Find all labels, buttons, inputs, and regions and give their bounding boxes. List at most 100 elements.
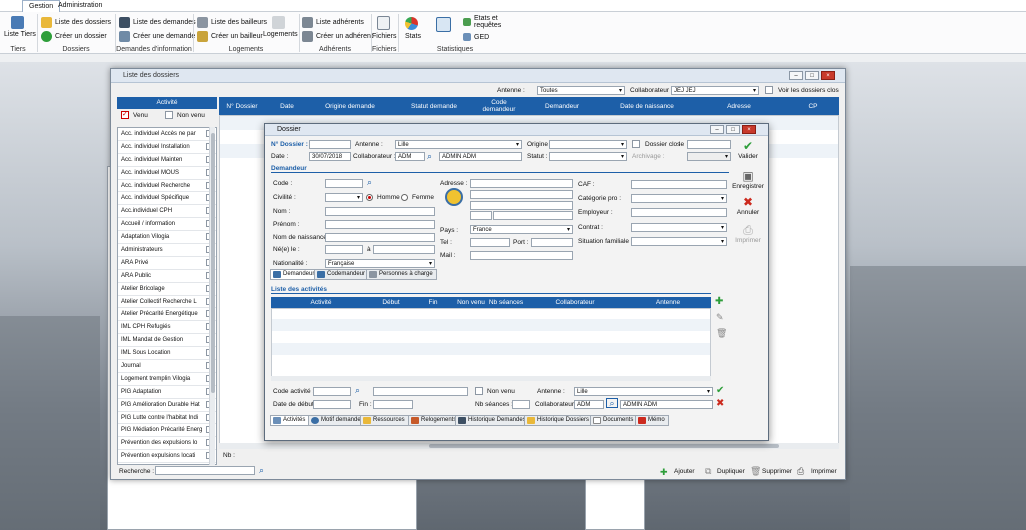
column-header[interactable]: Date de naissance [603,97,691,115]
tab-codemandeur[interactable]: Codemandeur [314,269,370,280]
nb-seances-input[interactable] [512,400,530,409]
activity-filter-item[interactable]: ARA Public [118,270,216,283]
creer-adherent-button[interactable]: Créer un adhérent [302,31,373,42]
fin-input[interactable] [373,400,413,409]
clos-date-input[interactable] [687,140,731,149]
ville-input[interactable] [493,211,573,220]
antenne-activite-select[interactable]: Lille [574,387,713,396]
activity-filter-item[interactable]: Prévention des expulsions lo [118,437,216,451]
search-icon[interactable]: ⌕ [355,385,360,396]
dossier-maximize-button[interactable]: □ [726,125,740,134]
code-input[interactable] [325,179,363,188]
activity-column-header[interactable]: Fin [411,297,455,308]
valider-button[interactable]: ✔ Valider [731,140,765,160]
minimize-button[interactable]: – [789,71,803,80]
situation-familiale-select[interactable] [631,237,727,246]
adresse-line2-input[interactable] [470,190,573,199]
add-activity-icon[interactable]: ✚ [715,296,723,307]
closed-dossiers-checkbox[interactable] [765,86,773,94]
tab-activites[interactable]: Activités [270,415,310,426]
prenom-input[interactable] [325,220,435,229]
activities-grid-body[interactable] [271,308,711,380]
activity-filter-item[interactable]: Prévention expulsions locati [118,450,216,464]
search-icon[interactable]: ⌕ [367,177,372,188]
activity-filter-item[interactable]: IML CPH Refugiés [118,321,216,335]
nationalite-select[interactable]: Française [325,259,435,268]
activity-filter-item[interactable]: Acc. individuel Recherche [118,180,216,193]
activity-column-header[interactable]: Collaborateur [525,297,625,308]
activity-filter-item[interactable]: IML Sous Location [118,347,216,361]
activity-column-header[interactable]: Début [371,297,411,308]
nom-naissance-input[interactable] [325,233,435,242]
activity-filter-item[interactable]: Adaptation Vilogia [118,231,216,245]
confirm-activity-icon[interactable]: ✔ [716,385,724,396]
port-input[interactable] [531,238,573,247]
grid-horizontal-scrollbar[interactable] [219,443,839,449]
collaborateur-name-input[interactable]: ADMIN ADM [439,152,522,161]
dossier-close-button[interactable]: × [742,125,756,134]
delete-activity-icon[interactable]: 🗑 [716,328,727,339]
collaborateur-code-input[interactable]: ADM [395,152,425,161]
activity-filter-item[interactable]: Journal [118,360,216,373]
imprimer-button[interactable]: Imprimer [811,468,837,475]
search-icon[interactable]: ⌕ [259,465,264,476]
creer-demande-button[interactable]: Créer une demande [119,31,195,42]
activity-filter-item[interactable]: Accueil / information [118,218,216,232]
tab-demandeur[interactable]: Demandeur [270,269,319,280]
etats-requetes-button[interactable]: Etats et requêtes [474,15,502,29]
fichiers-button[interactable]: Fichiers [372,33,397,40]
liste-bailleurs-button[interactable]: Liste des bailleurs [197,17,267,28]
liste-adherents-button[interactable]: Liste adhérents [302,17,364,28]
liste-demandes-button[interactable]: Liste des demandes [119,17,196,28]
activity-filter-item[interactable]: Administrateurs [118,244,216,257]
tab-documents[interactable]: Documents [590,415,638,426]
contrat-select[interactable] [631,223,727,232]
geolocate-icon[interactable] [445,188,463,206]
date-debut-input[interactable] [313,400,351,409]
mail-input[interactable] [470,251,573,260]
activity-filter-item[interactable]: Atelier Bricolage [118,283,216,296]
column-header[interactable]: CP [787,97,839,115]
date-input[interactable]: 30/07/2018 [309,152,351,161]
statut-select[interactable] [549,152,627,161]
tab-motif-demande[interactable]: Motif demande [308,415,365,426]
nom-input[interactable] [325,207,435,216]
cancel-activity-icon[interactable]: ✖ [716,398,724,409]
edit-activity-icon[interactable]: ✎ [716,312,724,323]
non-venu-checkbox[interactable] [475,387,483,395]
activity-filter-item[interactable]: Acc.individuel CPH [118,205,216,219]
activity-filter-item[interactable]: PIG Amélioration Durable Hat [118,399,216,412]
ged-button[interactable]: GED [463,33,489,41]
window-title-bar[interactable]: Liste des dossiers [111,69,845,83]
femme-radio[interactable] [401,194,408,201]
creer-dossier-button[interactable]: Créer un dossier [41,31,107,42]
activity-filter-item[interactable]: Acc. individuel Accès ne par [118,128,216,141]
activity-filter-item[interactable]: PIG Médiation Précarité Energ [118,424,216,438]
column-header[interactable]: Statut demande [391,97,477,115]
column-header[interactable]: Origine demande [309,97,391,115]
categorie-pro-select[interactable] [631,194,727,203]
activity-column-header[interactable]: Non venu [455,297,487,308]
imprimer-button[interactable]: ⎙ Imprimer [731,224,765,244]
lieu-naissance-input[interactable] [373,245,435,254]
dossier-minimize-button[interactable]: – [710,125,724,134]
activity-column-header[interactable]: Nb séances [487,297,525,308]
tab-memo[interactable]: Mémo [635,415,669,426]
activity-filter-item[interactable]: ARA Privé [118,257,216,270]
activity-filter-item[interactable]: Acc. individuel Spécifique [118,192,216,206]
tab-historique-demandes[interactable]: Historique Demandes [455,415,530,426]
stats-button[interactable]: Stats [405,33,421,40]
civilite-select[interactable] [325,193,363,202]
pays-select[interactable]: France [470,225,573,234]
adresse-line1-input[interactable] [470,179,573,188]
activity-column-header[interactable]: Antenne [625,297,711,308]
column-header[interactable]: Date [265,97,309,115]
venu-checkbox[interactable]: ✓ [121,111,129,119]
activity-filter-item[interactable]: Atelier Précarité Energétique [118,308,216,322]
dossier-clos-checkbox[interactable] [632,140,640,148]
antenne-select[interactable]: Toutes [537,86,625,95]
tab-ressources[interactable]: Ressources [360,415,409,426]
antenne-select[interactable]: Lille [395,140,522,149]
activities-scrollbar[interactable] [271,376,711,381]
recherche-input[interactable] [155,466,255,475]
